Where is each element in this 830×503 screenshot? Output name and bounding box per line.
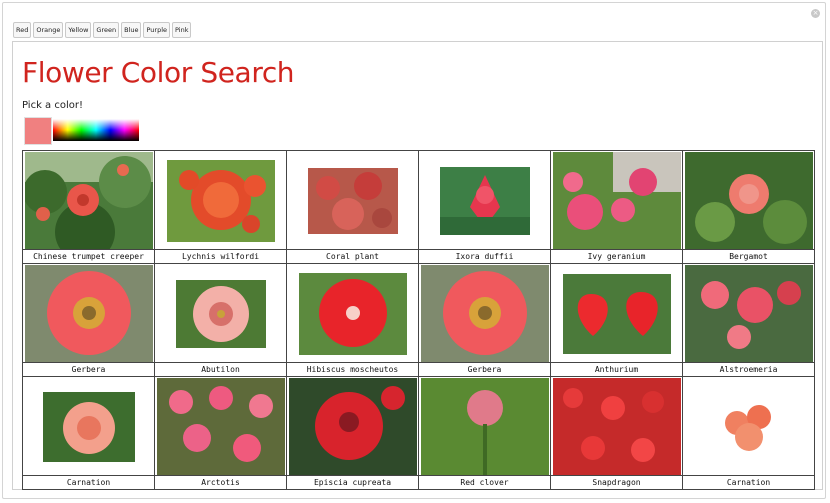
flower-name: Arctotis bbox=[155, 475, 286, 489]
flower-card[interactable]: Carnation bbox=[23, 377, 154, 489]
tab-yellow[interactable]: Yellow bbox=[65, 22, 92, 38]
flower-name: Bergamot bbox=[683, 249, 814, 263]
tab-pink[interactable]: Pink bbox=[172, 22, 192, 38]
flower-card[interactable]: Alstroemeria bbox=[683, 264, 814, 376]
flower-name: Gerbera bbox=[23, 362, 154, 376]
page-title: Flower Color Search bbox=[22, 56, 295, 89]
flower-card[interactable]: Chinese trumpet creeper bbox=[23, 151, 154, 263]
flower-name: Snapdragon bbox=[551, 475, 682, 489]
flower-name: Red clover bbox=[419, 475, 550, 489]
flower-photo bbox=[552, 378, 681, 475]
flower-card[interactable]: Episcia cupreata bbox=[287, 377, 418, 489]
flower-card[interactable]: Red clover bbox=[419, 377, 550, 489]
flower-name: Gerbera bbox=[419, 362, 550, 376]
flower-card[interactable]: Snapdragon bbox=[551, 377, 682, 489]
flower-photo bbox=[684, 152, 813, 249]
flower-photo bbox=[684, 265, 813, 362]
flower-name: Chinese trumpet creeper bbox=[23, 249, 154, 263]
flower-photo bbox=[42, 391, 135, 462]
flower-name: Abutilon bbox=[155, 362, 286, 376]
flower-card[interactable]: Anthurium bbox=[551, 264, 682, 376]
flower-name: Alstroemeria bbox=[683, 362, 814, 376]
flower-card[interactable]: Arctotis bbox=[155, 377, 286, 489]
flower-name: Carnation bbox=[683, 475, 814, 489]
flower-photo bbox=[562, 273, 671, 354]
flower-name: Hibiscus moscheutos bbox=[287, 362, 418, 376]
tab-orange[interactable]: Orange bbox=[33, 22, 64, 38]
tab-blue[interactable]: Blue bbox=[121, 22, 142, 38]
pick-color-label: Pick a color! bbox=[22, 100, 83, 111]
close-icon[interactable]: × bbox=[811, 9, 820, 18]
flower-name: Ixora duffii bbox=[419, 249, 550, 263]
flower-photo bbox=[298, 272, 407, 355]
flower-photo bbox=[420, 378, 549, 475]
flower-photo bbox=[166, 159, 275, 242]
tab-purple[interactable]: Purple bbox=[143, 22, 171, 38]
flower-card[interactable]: Coral plant bbox=[287, 151, 418, 263]
flower-photo bbox=[24, 265, 153, 362]
flower-photo bbox=[552, 152, 681, 249]
app-window: × Red Orange Yellow Green Blue Purple Pi… bbox=[2, 2, 826, 499]
flower-card[interactable]: Gerbera bbox=[23, 264, 154, 376]
flower-name: Anthurium bbox=[551, 362, 682, 376]
flower-photo bbox=[24, 152, 153, 249]
content-panel: Flower Color Search Pick a color! Chines… bbox=[12, 41, 823, 490]
flower-name: Coral plant bbox=[287, 249, 418, 263]
flower-results-grid: Chinese trumpet creeper Lychnis wilfordi bbox=[22, 150, 815, 490]
flower-photo bbox=[439, 166, 530, 235]
flower-name: Lychnis wilfordi bbox=[155, 249, 286, 263]
flower-photo bbox=[702, 392, 795, 461]
flower-card[interactable]: Ivy geranium bbox=[551, 151, 682, 263]
flower-card[interactable]: Bergamot bbox=[683, 151, 814, 263]
flower-card[interactable]: Ixora duffii bbox=[419, 151, 550, 263]
flower-photo bbox=[420, 265, 549, 362]
tab-green[interactable]: Green bbox=[93, 22, 120, 38]
flower-card[interactable]: Abutilon bbox=[155, 264, 286, 376]
flower-name: Ivy geranium bbox=[551, 249, 682, 263]
flower-card[interactable]: Hibiscus moscheutos bbox=[287, 264, 418, 376]
tab-red[interactable]: Red bbox=[13, 22, 32, 38]
flower-card[interactable]: Carnation bbox=[683, 377, 814, 489]
color-tab-bar: Red Orange Yellow Green Blue Purple Pink bbox=[13, 22, 192, 38]
flower-name: Episcia cupreata bbox=[287, 475, 418, 489]
flower-photo bbox=[288, 378, 417, 475]
flower-card[interactable]: Gerbera bbox=[419, 264, 550, 376]
flower-photo bbox=[175, 279, 266, 348]
selected-color-swatch[interactable] bbox=[24, 117, 52, 145]
color-spectrum-picker[interactable] bbox=[53, 119, 139, 141]
flower-photo bbox=[156, 378, 285, 475]
flower-card[interactable]: Lychnis wilfordi bbox=[155, 151, 286, 263]
flower-photo bbox=[307, 167, 398, 234]
flower-name: Carnation bbox=[23, 475, 154, 489]
